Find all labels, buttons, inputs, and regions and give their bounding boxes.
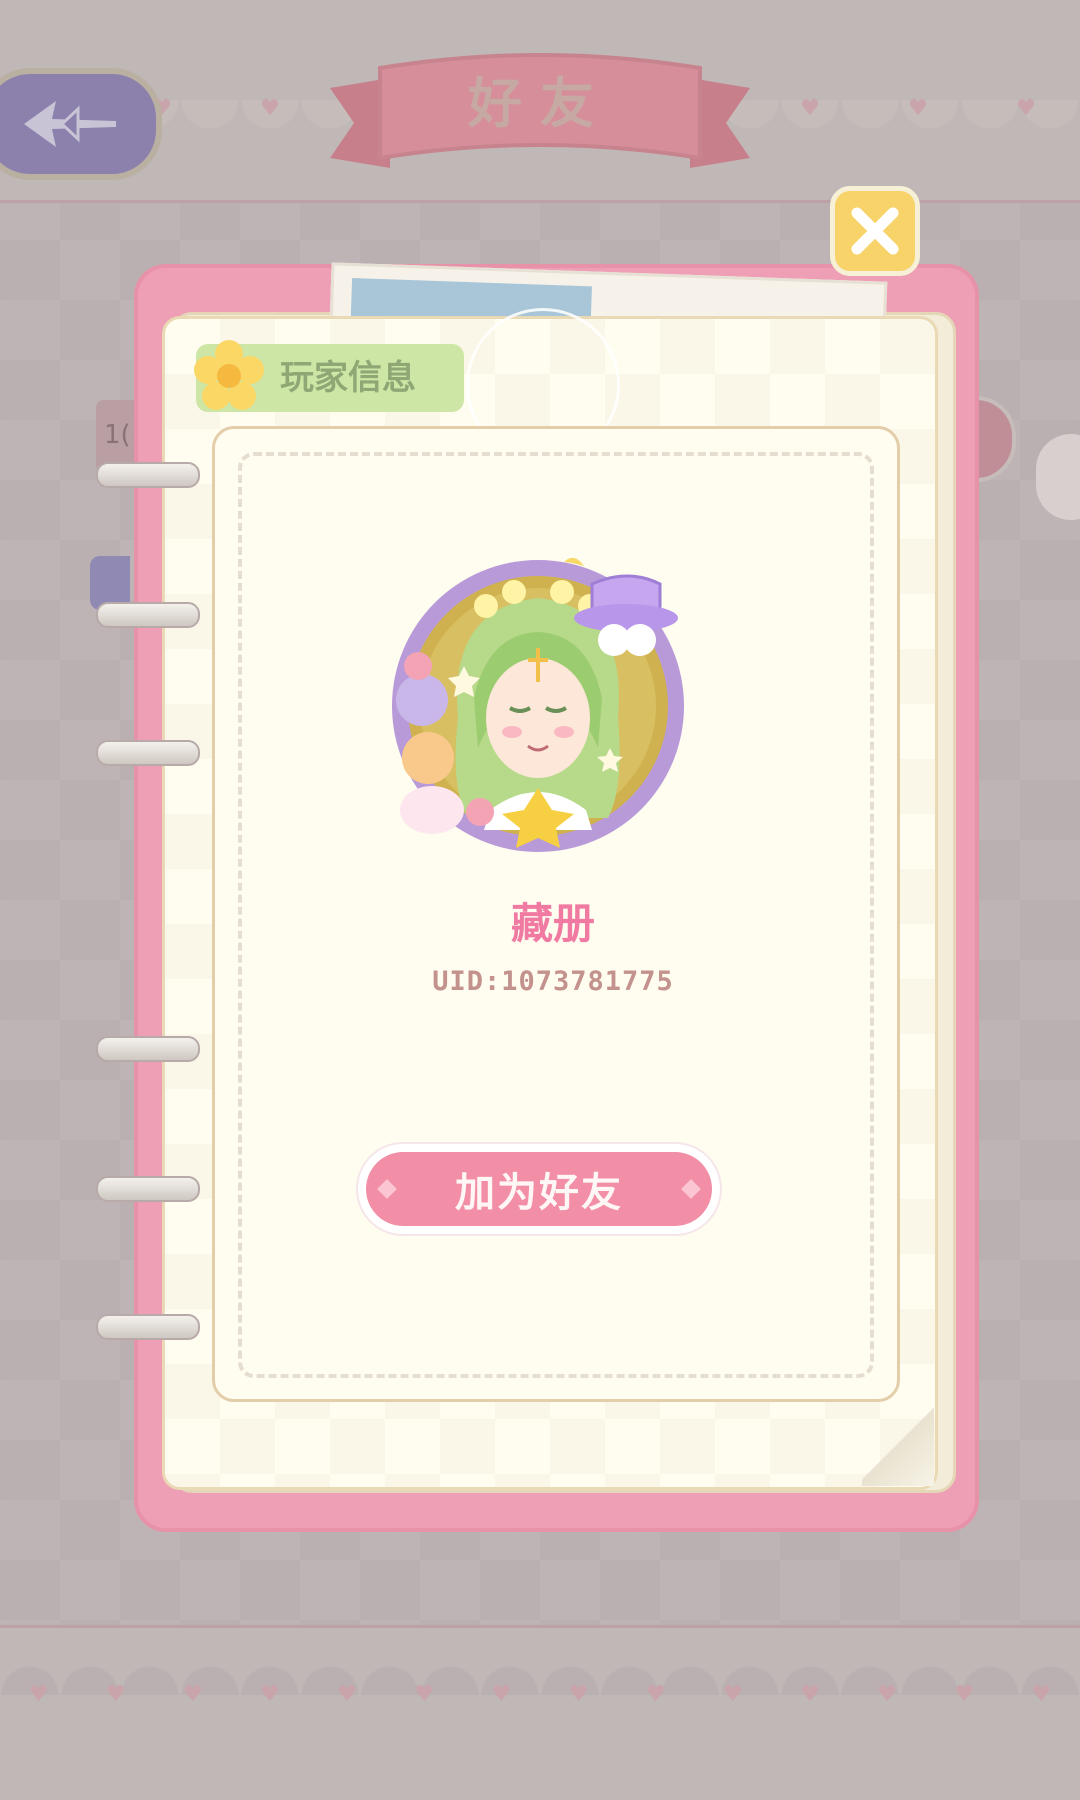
page-title: 好友	[468, 71, 612, 135]
close-button[interactable]	[830, 186, 920, 276]
avatar-portrait-icon	[392, 557, 684, 852]
close-x-icon	[851, 207, 899, 255]
background-tab-left-label: 1(	[104, 420, 131, 450]
player-info-tag: 玩家信息	[194, 340, 464, 412]
add-friend-button[interactable]: 加为好友	[358, 1144, 720, 1234]
binder-ring	[96, 1314, 200, 1340]
binder-ring	[96, 740, 200, 766]
add-friend-label: 加为好友	[455, 1170, 623, 1216]
page-title-banner: 好友	[330, 48, 750, 178]
player-info-label: 玩家信息	[280, 358, 416, 398]
add-friend-button-face[interactable]: 加为好友	[366, 1152, 712, 1226]
diamond-ornament-icon	[377, 1179, 397, 1199]
back-button[interactable]	[0, 68, 162, 180]
shuriken-arrow-icon	[24, 101, 116, 147]
page-curl	[862, 1404, 934, 1486]
player-uid: UID:1073781775	[432, 966, 674, 997]
diamond-ornament-icon	[681, 1179, 701, 1199]
binder-ring	[96, 1176, 200, 1202]
flower-icon	[194, 340, 264, 410]
binder-ring	[96, 1036, 200, 1062]
binder-ring	[96, 602, 200, 628]
player-avatar[interactable]	[378, 548, 698, 858]
binder-ring	[96, 462, 200, 488]
footer-divider	[0, 1625, 1080, 1628]
footer-hearts: ♥ ♥ ♥ ♥ ♥ ♥ ♥ ♥ ♥ ♥ ♥ ♥ ♥ ♥	[28, 1682, 1052, 1707]
player-nickname: 藏册	[510, 899, 595, 948]
